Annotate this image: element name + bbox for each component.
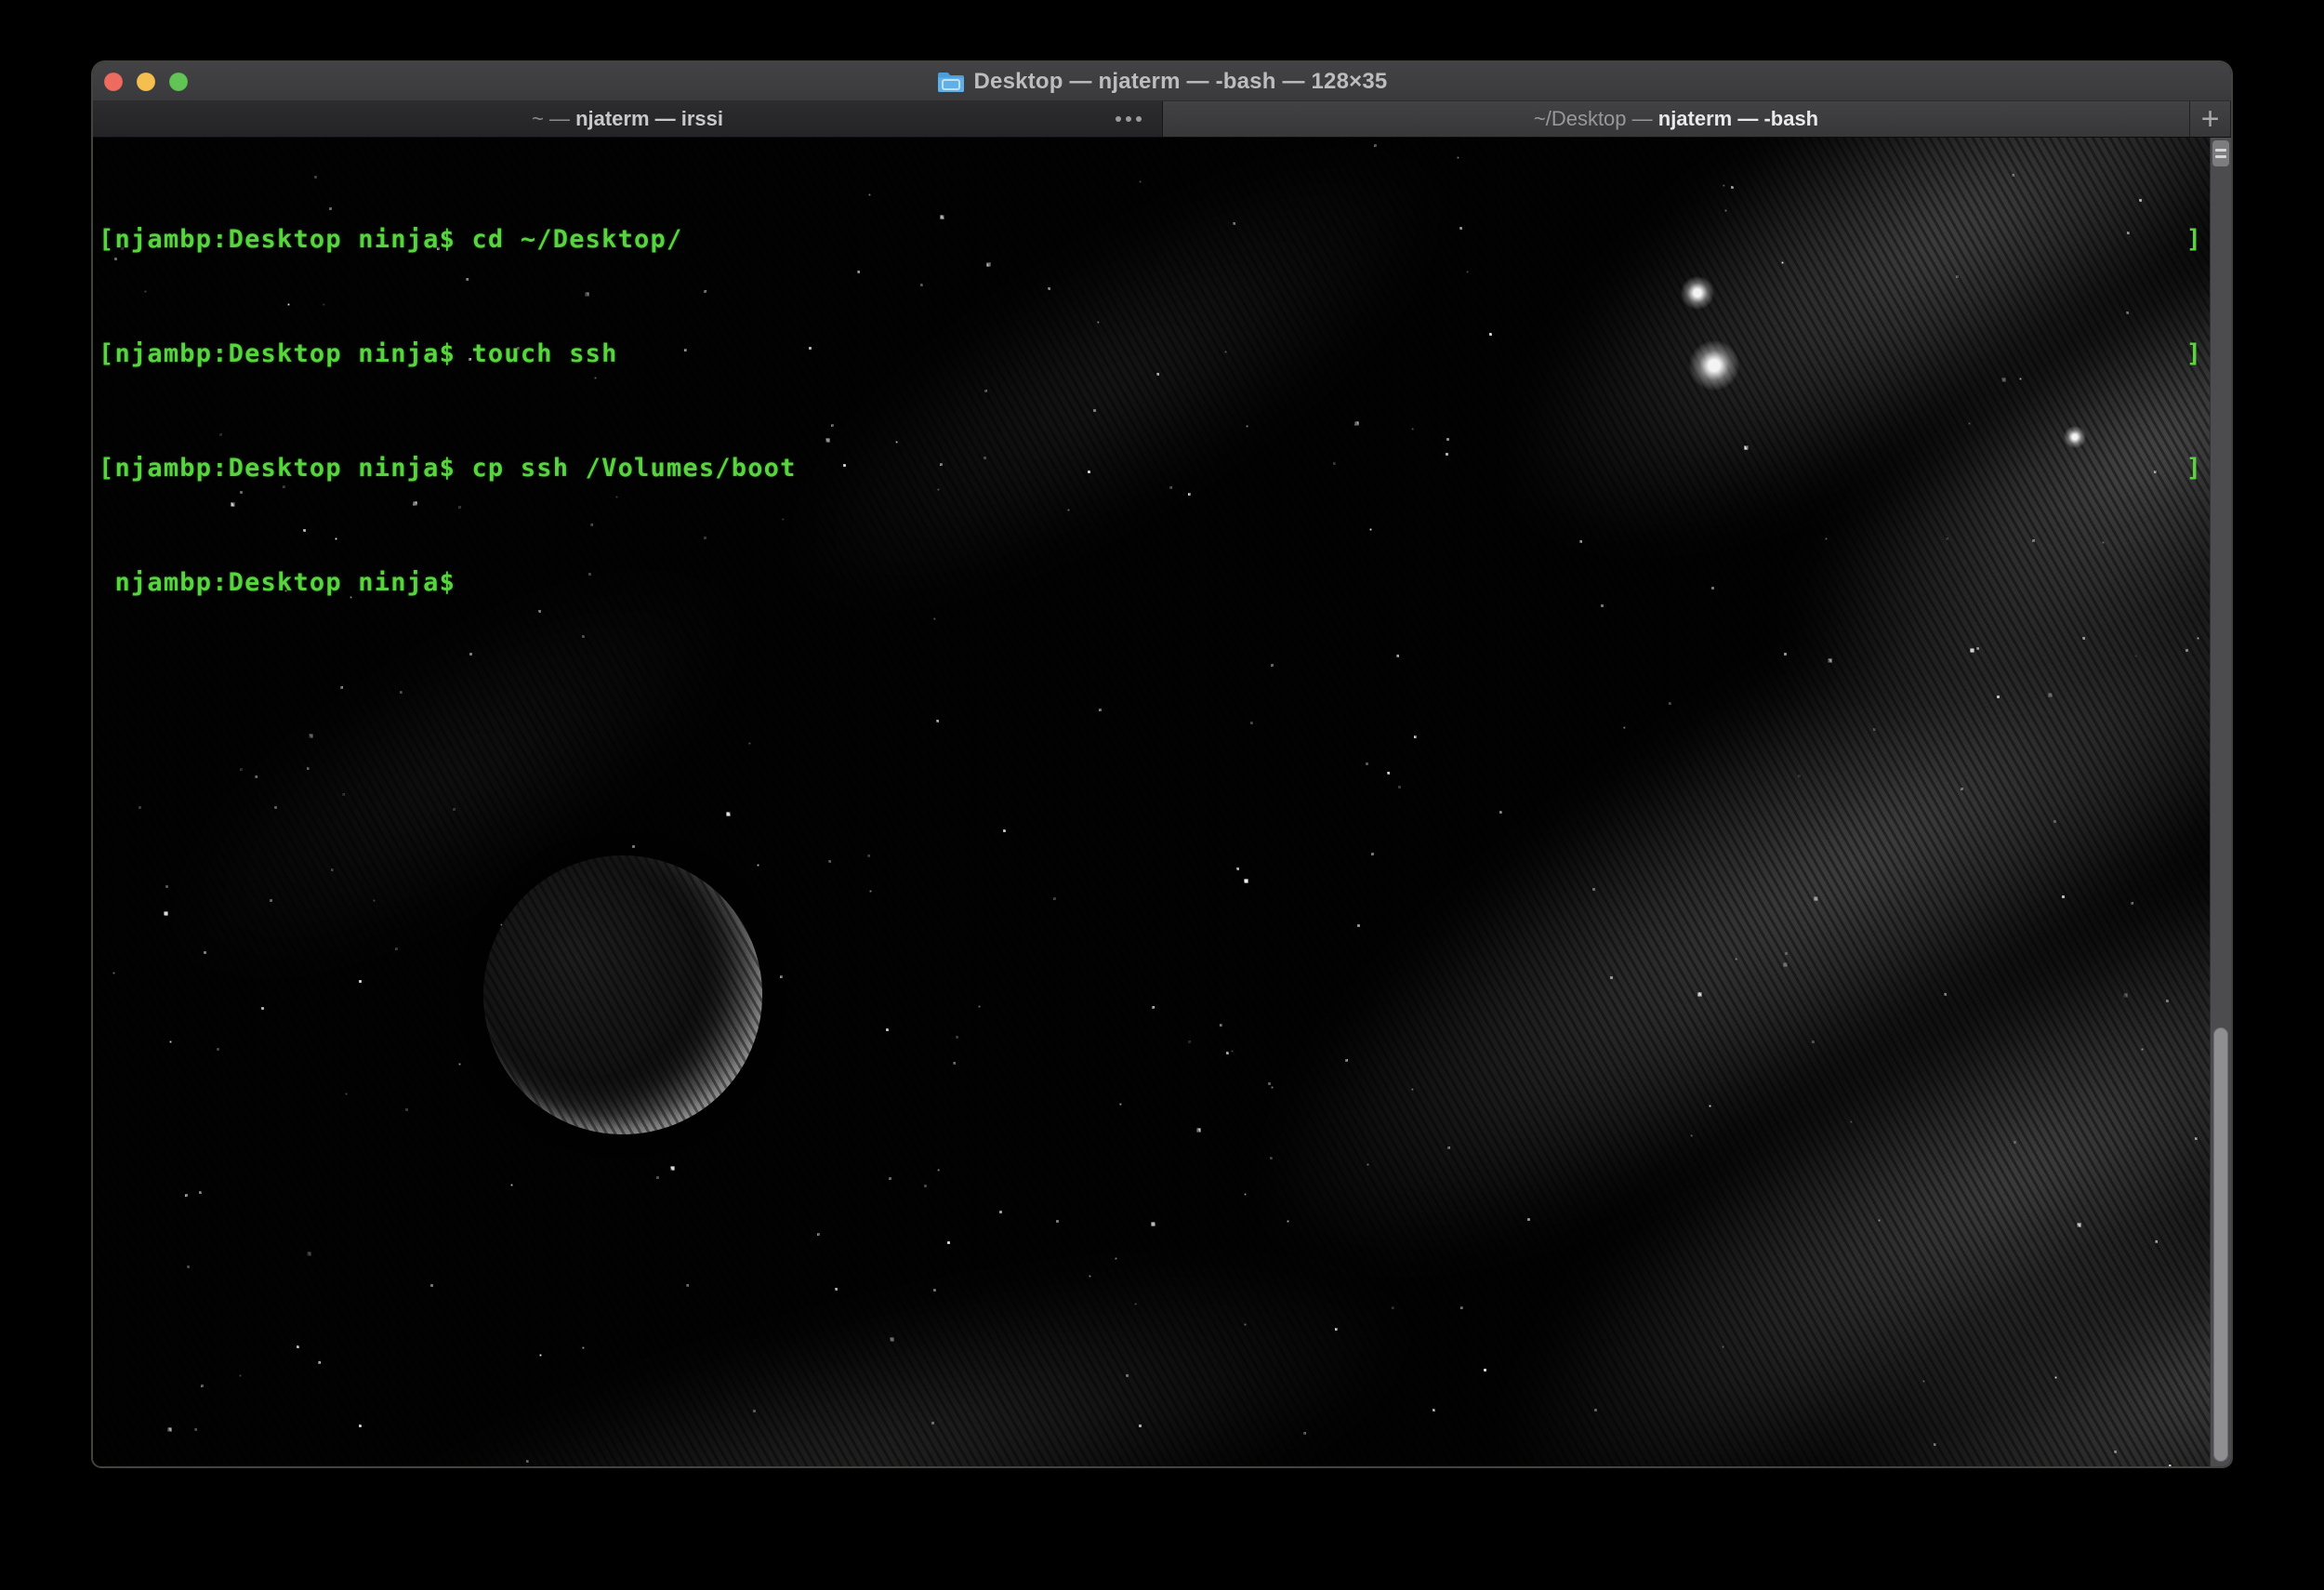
- terminal-output: [njambp:Desktop ninja$ cd ~/Desktop/ [nj…: [99, 144, 797, 678]
- bright-star: [1689, 340, 1739, 391]
- title-group: Desktop — njaterm — -bash — 128×35: [937, 69, 1388, 95]
- prompt-line: [njambp:Desktop ninja$ cd ~/Desktop/: [99, 220, 797, 258]
- zoom-button[interactable]: [169, 73, 188, 91]
- scrollbar-track[interactable]: [2210, 138, 2231, 1466]
- ellipsis-icon[interactable]: [1112, 111, 1145, 127]
- terminal-window: Desktop — njaterm — -bash — 128×35 ~ — n…: [93, 62, 2231, 1466]
- scrollbar-thumb[interactable]: [2213, 1027, 2228, 1462]
- terminal-view[interactable]: [njambp:Desktop ninja$ cd ~/Desktop/ [nj…: [93, 138, 2231, 1466]
- tab-irssi[interactable]: ~ — njaterm — irssi: [93, 101, 1163, 137]
- prompt-line: [njambp:Desktop ninja$ touch ssh: [99, 335, 797, 373]
- prompt-line: njambp:Desktop ninja$: [99, 563, 797, 602]
- minimize-button[interactable]: [137, 73, 155, 91]
- new-tab-button[interactable]: +: [2189, 101, 2230, 137]
- folder-icon[interactable]: [937, 71, 965, 93]
- close-button[interactable]: [104, 73, 123, 91]
- command-end-marks: ] ] ]: [2110, 144, 2201, 563]
- title-bar[interactable]: Desktop — njaterm — -bash — 128×35: [93, 62, 2231, 101]
- tab-label: ~ — njaterm — irssi: [532, 107, 723, 131]
- prompt-line: [njambp:Desktop ninja$ cp ssh /Volumes/b…: [99, 449, 797, 487]
- bright-star: [2064, 426, 2086, 448]
- split-pane-icon[interactable]: [2212, 140, 2229, 166]
- tab-label: ~/Desktop — njaterm — -bash: [1534, 107, 1818, 131]
- window-controls: [104, 62, 188, 100]
- tab-bash-active[interactable]: ~/Desktop — njaterm — -bash: [1163, 101, 2189, 137]
- bright-star: [1681, 276, 1714, 310]
- window-title: Desktop — njaterm — -bash — 128×35: [974, 69, 1388, 95]
- tab-bar: ~ — njaterm — irssi ~/Desktop — njaterm …: [93, 101, 2231, 138]
